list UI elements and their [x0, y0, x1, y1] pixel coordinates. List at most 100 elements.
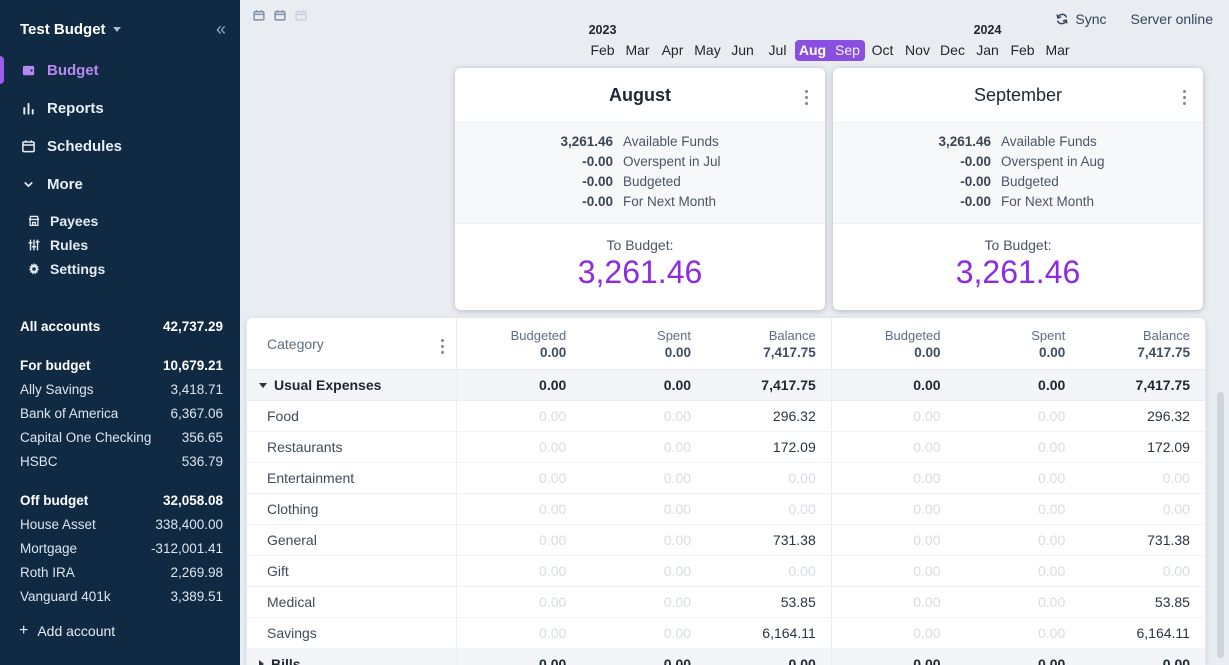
- column-header-spent-1[interactable]: Spent0.00: [956, 318, 1081, 369]
- category-name-cell[interactable]: Clothing: [247, 494, 457, 524]
- balance-cell[interactable]: 172.09: [1080, 432, 1205, 462]
- budgeted-cell[interactable]: 0.00: [831, 618, 956, 648]
- budgeted-cell[interactable]: 0.00: [457, 649, 582, 665]
- budget-file-switcher[interactable]: Test Budget: [20, 21, 121, 38]
- spent-cell[interactable]: 0.00: [956, 494, 1081, 524]
- to-budget-amount[interactable]: 3,261.46: [956, 254, 1081, 291]
- account-row-bank-of-america[interactable]: Bank of America6,367.06: [0, 401, 240, 425]
- budgeted-cell[interactable]: 0.00: [831, 649, 956, 665]
- budgeted-cell[interactable]: 0.00: [831, 401, 956, 431]
- month-button-mar-1[interactable]: Mar: [620, 40, 655, 61]
- account-row-mortgage[interactable]: Mortgage-312,001.41: [0, 536, 240, 560]
- collapsed-triangle-icon[interactable]: [259, 660, 264, 665]
- column-header-budgeted-1[interactable]: Budgeted0.00: [831, 318, 956, 369]
- category-name-cell[interactable]: Gift: [247, 556, 457, 586]
- to-budget-amount[interactable]: 3,261.46: [578, 254, 703, 291]
- balance-cell[interactable]: 53.85: [1080, 587, 1205, 617]
- spent-cell[interactable]: 0.00: [956, 556, 1081, 586]
- spent-cell[interactable]: 0.00: [581, 494, 706, 524]
- budgeted-cell[interactable]: 0.00: [831, 587, 956, 617]
- balance-cell[interactable]: 172.09: [706, 432, 831, 462]
- spent-cell[interactable]: 0.00: [956, 370, 1081, 400]
- column-header-spent-0[interactable]: Spent0.00: [581, 318, 706, 369]
- sidebar-item-reports[interactable]: Reports: [0, 89, 240, 127]
- category-name-cell[interactable]: Entertainment: [247, 463, 457, 493]
- spent-cell[interactable]: 0.00: [956, 463, 1081, 493]
- balance-cell[interactable]: 0.00: [706, 556, 831, 586]
- all-accounts-row[interactable]: All accounts42,737.29: [0, 314, 240, 338]
- month-button-jan-11[interactable]: Jan: [970, 40, 1005, 61]
- collapse-sidebar-button[interactable]: «: [216, 20, 226, 38]
- month-button-may-3[interactable]: May: [690, 40, 725, 61]
- month-button-dec-10[interactable]: Dec: [935, 40, 970, 61]
- budgeted-cell[interactable]: 0.00: [831, 494, 956, 524]
- column-header-balance-0[interactable]: Balance7,417.75: [706, 318, 831, 369]
- category-name-cell[interactable]: Bills: [247, 649, 457, 665]
- category-column-header[interactable]: Category: [247, 318, 457, 369]
- month-button-aug-6[interactable]: Aug: [795, 40, 830, 61]
- account-row-vanguard-401k[interactable]: Vanguard 401k3,389.51: [0, 584, 240, 608]
- summary-amount[interactable]: -0.00: [833, 152, 991, 172]
- calendar-2-months-icon[interactable]: [273, 9, 287, 22]
- column-header-budgeted-0[interactable]: Budgeted0.00: [457, 318, 582, 369]
- month-button-feb-12[interactable]: Feb: [1005, 40, 1040, 61]
- budgeted-cell[interactable]: 0.00: [831, 463, 956, 493]
- budgeted-cell[interactable]: 0.00: [457, 370, 582, 400]
- spent-cell[interactable]: 0.00: [956, 618, 1081, 648]
- balance-cell[interactable]: 7,417.75: [1080, 370, 1205, 400]
- account-group-header-for-budget[interactable]: For budget10,679.21: [0, 353, 240, 377]
- account-row-roth-ira[interactable]: Roth IRA2,269.98: [0, 560, 240, 584]
- spent-cell[interactable]: 0.00: [581, 587, 706, 617]
- spent-cell[interactable]: 0.00: [581, 401, 706, 431]
- balance-cell[interactable]: 731.38: [706, 525, 831, 555]
- balance-cell[interactable]: 296.32: [706, 401, 831, 431]
- budgeted-cell[interactable]: 0.00: [457, 556, 582, 586]
- month-button-nov-9[interactable]: Nov: [900, 40, 935, 61]
- month-button-feb-0[interactable]: Feb: [585, 40, 620, 61]
- budgeted-cell[interactable]: 0.00: [457, 432, 582, 462]
- month-button-jun-4[interactable]: Jun: [725, 40, 760, 61]
- account-row-hsbc[interactable]: HSBC536.79: [0, 449, 240, 473]
- budgeted-cell[interactable]: 0.00: [831, 525, 956, 555]
- category-name-cell[interactable]: Usual Expenses: [247, 370, 457, 400]
- summary-amount[interactable]: -0.00: [833, 192, 991, 212]
- month-menu-icon[interactable]: [1183, 88, 1186, 106]
- balance-cell[interactable]: 6,164.11: [1080, 618, 1205, 648]
- spent-cell[interactable]: 0.00: [581, 432, 706, 462]
- spent-cell[interactable]: 0.00: [581, 649, 706, 665]
- sidebar-item-settings[interactable]: Settings: [0, 257, 240, 281]
- server-status[interactable]: Server online: [1131, 11, 1214, 27]
- summary-amount[interactable]: -0.00: [455, 192, 613, 212]
- budgeted-cell[interactable]: 0.00: [457, 618, 582, 648]
- summary-amount[interactable]: -0.00: [455, 152, 613, 172]
- budgeted-cell[interactable]: 0.00: [457, 401, 582, 431]
- spent-cell[interactable]: 0.00: [956, 432, 1081, 462]
- balance-cell[interactable]: 53.85: [706, 587, 831, 617]
- summary-amount[interactable]: 3,261.46: [833, 132, 991, 152]
- spent-cell[interactable]: 0.00: [581, 463, 706, 493]
- account-group-header-off-budget[interactable]: Off budget32,058.08: [0, 488, 240, 512]
- spent-cell[interactable]: 0.00: [956, 401, 1081, 431]
- sidebar-item-rules[interactable]: Rules: [0, 233, 240, 257]
- add-account-button[interactable]: + Add account: [0, 623, 240, 639]
- budgeted-cell[interactable]: 0.00: [831, 370, 956, 400]
- category-name-cell[interactable]: Savings: [247, 618, 457, 648]
- category-name-cell[interactable]: Medical: [247, 587, 457, 617]
- budgeted-cell[interactable]: 0.00: [457, 463, 582, 493]
- summary-amount[interactable]: 3,261.46: [455, 132, 613, 152]
- account-row-ally-savings[interactable]: Ally Savings3,418.71: [0, 377, 240, 401]
- balance-cell[interactable]: 296.32: [1080, 401, 1205, 431]
- expanded-triangle-icon[interactable]: [259, 383, 267, 388]
- spent-cell[interactable]: 0.00: [956, 649, 1081, 665]
- balance-cell[interactable]: 0.00: [706, 649, 831, 665]
- spent-cell[interactable]: 0.00: [581, 370, 706, 400]
- summary-amount[interactable]: -0.00: [455, 172, 613, 192]
- budgeted-cell[interactable]: 0.00: [831, 556, 956, 586]
- balance-cell[interactable]: 0.00: [1080, 494, 1205, 524]
- budgeted-cell[interactable]: 0.00: [457, 525, 582, 555]
- balance-cell[interactable]: 731.38: [1080, 525, 1205, 555]
- category-name-cell[interactable]: Restaurants: [247, 432, 457, 462]
- balance-cell[interactable]: 0.00: [1080, 649, 1205, 665]
- budgeted-cell[interactable]: 0.00: [831, 432, 956, 462]
- account-row-house-asset[interactable]: House Asset338,400.00: [0, 512, 240, 536]
